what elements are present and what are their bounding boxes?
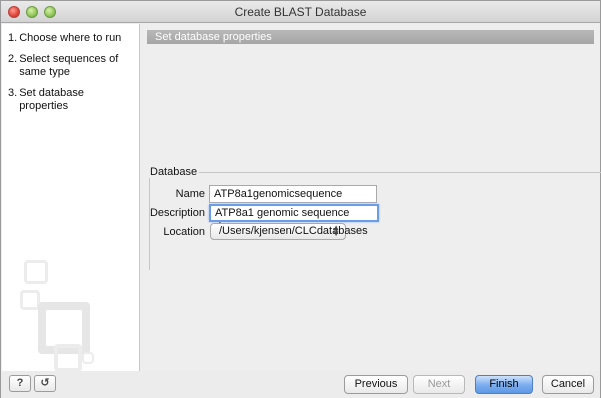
title-bar: Create BLAST Database [1, 1, 600, 23]
step-label: Choose where to run [19, 32, 122, 44]
location-select[interactable]: /Users/kjensen/CLCdatabases ▲ ▼ [210, 223, 368, 240]
reset-arrow-icon: ↺ [40, 377, 50, 389]
select-arrows-icon: ▲ ▼ [332, 223, 340, 238]
question-icon: ? [16, 377, 24, 389]
step-label: Set database properties [19, 87, 85, 112]
step-label: Select sequences of same type [19, 53, 119, 78]
wizard-step-set-database-properties: 3. Set database properties [2, 87, 139, 113]
name-field[interactable]: ATP8a1genomicsequence [209, 185, 377, 203]
description-label: Description [149, 207, 205, 219]
reset-button[interactable]: ↺ [34, 375, 56, 392]
previous-button[interactable]: Previous [344, 375, 408, 394]
location-label: Location [163, 225, 205, 238]
help-button[interactable]: ? [9, 375, 31, 392]
step-number: 2. [8, 53, 18, 65]
footer-bar: ? ↺ Previous Next Finish Cancel [1, 371, 600, 398]
groupbox-legend: Database [148, 166, 200, 178]
name-row: Name ATP8a1genomicsequence [149, 185, 377, 203]
wizard-step-select-sequences: 2. Select sequences of same type [2, 53, 139, 79]
description-row: Description ATP8a1 genomic sequence data [149, 204, 379, 233]
cancel-button[interactable]: Cancel [542, 375, 594, 394]
section-header: Set database properties [147, 30, 594, 44]
next-button[interactable]: Next [413, 375, 465, 394]
wizard-step-choose-where-to-run: 1. Choose where to run [2, 32, 139, 45]
name-label: Name [175, 188, 205, 200]
dialog-window: Create BLAST Database 1. Choose where to… [0, 0, 601, 398]
location-row: Location /Users/kjensen/CLCdatabases ▲ ▼ [149, 223, 368, 240]
step-number: 1. [8, 32, 18, 44]
window-title: Create BLAST Database [234, 5, 367, 19]
main-panel: Set database properties Database Name AT… [141, 24, 601, 371]
finish-button[interactable]: Finish [475, 375, 533, 394]
wizard-steps-panel: 1. Choose where to run 2. Select sequenc… [2, 24, 140, 371]
location-value: /Users/kjensen/CLCdatabases [219, 225, 368, 237]
step-number: 3. [8, 87, 18, 99]
description-field[interactable]: ATP8a1 genomic sequence data [209, 204, 379, 233]
